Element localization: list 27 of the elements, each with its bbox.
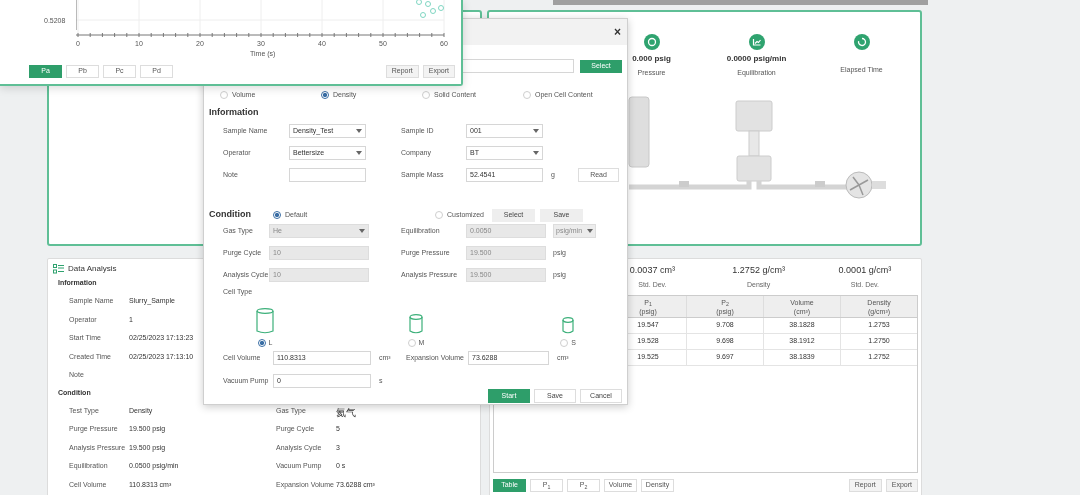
caret-icon xyxy=(533,129,539,133)
trend-icon xyxy=(748,34,765,50)
cylinder-icon xyxy=(409,314,423,334)
caret-icon xyxy=(356,151,362,155)
radio-button[interactable] xyxy=(273,211,281,219)
caret-icon xyxy=(533,151,539,155)
info-value: 氦气 xyxy=(336,405,356,420)
cylinder-icon xyxy=(256,308,274,334)
close-button[interactable]: × xyxy=(614,26,621,38)
panel-title: Data Analysis xyxy=(68,263,117,275)
cylinder-icon xyxy=(562,317,574,334)
list-icon xyxy=(53,264,64,274)
stat-value: 0.0001 g/cm³ xyxy=(838,264,892,277)
input-field[interactable] xyxy=(289,168,366,182)
section-heading: Condition xyxy=(209,208,252,222)
section-heading: Information xyxy=(208,106,260,119)
stat-value: 1.2752 g/cm³ xyxy=(732,264,785,277)
caret-icon xyxy=(359,229,365,233)
radio-button[interactable] xyxy=(321,91,329,99)
caret-icon xyxy=(356,129,362,133)
timer-icon xyxy=(853,34,870,50)
reading-value: 0.000 psig xyxy=(632,53,671,65)
gauge-icon xyxy=(643,34,660,50)
caret-icon xyxy=(587,229,593,233)
reading-value: 0.0000 psig/min xyxy=(726,53,787,65)
radio-button[interactable] xyxy=(257,339,266,347)
stat-value: 0.0037 cm³ xyxy=(629,264,675,277)
